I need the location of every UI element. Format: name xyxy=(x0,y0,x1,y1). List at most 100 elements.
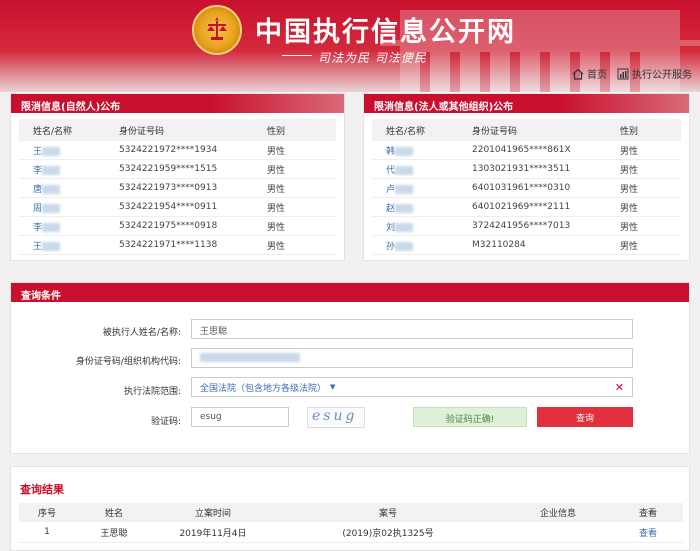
row-gender: 男性 xyxy=(267,146,286,157)
table-row[interactable]: 刘 3724241956****7013 男性 xyxy=(372,217,681,236)
table-row[interactable]: 赵 6401021969****2111 男性 xyxy=(372,198,681,217)
captcha-text: esug xyxy=(312,408,358,424)
name-label: 被执行人姓名/名称: xyxy=(102,328,181,338)
court-select[interactable]: 全国法院（包含地方各级法院） ▼ ✕ xyxy=(191,377,633,397)
captcha-image[interactable]: esug xyxy=(307,407,365,428)
row-gender: 男性 xyxy=(620,165,639,176)
nav-home-label: 首页 xyxy=(587,70,607,81)
row-id: 5324221973****0913 xyxy=(119,183,218,193)
table-header: 姓名/名称 身份证号码 性别 xyxy=(372,119,681,141)
redacted-name xyxy=(42,203,61,213)
row-case: (2019)京02执1325号 xyxy=(342,528,434,539)
legal-entity-panel: 限消信息(法人或其他组织)公布 姓名/名称 身份证号码 性别 韩 2201041… xyxy=(363,93,690,261)
redacted-name xyxy=(395,165,414,175)
redacted-name xyxy=(395,203,414,213)
row-name[interactable]: 李 xyxy=(33,166,42,176)
redacted-id xyxy=(200,353,300,362)
table-header: 姓名/名称 身份证号码 性别 xyxy=(19,119,336,141)
col-case: 案号 xyxy=(378,509,397,519)
row-name[interactable]: 刘 xyxy=(386,223,395,233)
row-name[interactable]: 唐 xyxy=(33,185,42,195)
row-name[interactable]: 周 xyxy=(33,204,42,214)
row-id: 5324221971****1138 xyxy=(119,240,218,250)
redacted-name xyxy=(395,146,414,156)
row-no: 1 xyxy=(44,527,50,537)
results-panel: 查询结果 序号 姓名 立案时间 案号 企业信息 查看 1 王思聪 2019年11… xyxy=(10,466,690,551)
nav-service-label: 执行公开服务 xyxy=(632,70,692,81)
row-id: 5324221954****0911 xyxy=(119,202,218,212)
table-row[interactable]: 周 5324221954****0911 男性 xyxy=(19,198,336,217)
row-name[interactable]: 孙 xyxy=(386,242,395,252)
col-id: 身份证号码 xyxy=(119,126,165,137)
table-row[interactable]: 代 1303021931****3511 男性 xyxy=(372,160,681,179)
row-gender: 男性 xyxy=(267,222,286,233)
row-name[interactable]: 卢 xyxy=(386,185,395,195)
redacted-name xyxy=(395,184,414,194)
row-name[interactable]: 王 xyxy=(33,147,42,157)
col-gender: 性别 xyxy=(620,126,639,137)
table-row[interactable]: 唐 5324221973****0913 男性 xyxy=(19,179,336,198)
col-gender: 性别 xyxy=(267,126,286,137)
court-emblem-logo xyxy=(192,5,242,55)
row-name[interactable]: 赵 xyxy=(386,204,395,214)
row-id: 5324221959****1515 xyxy=(119,164,218,174)
row-id: M32110284 xyxy=(472,240,526,250)
table-row[interactable]: 李 5324221975****0918 男性 xyxy=(19,217,336,236)
col-id: 身份证号码 xyxy=(472,126,518,137)
court-select-value: 全国法院（包含地方各级法院） xyxy=(200,383,327,394)
row-gender: 男性 xyxy=(620,222,639,233)
slogan: 司法为民 司法便民 xyxy=(318,51,427,65)
table-row[interactable]: 王 5324221971****1138 男性 xyxy=(19,236,336,255)
redacted-name xyxy=(42,184,61,194)
row-gender: 男性 xyxy=(620,241,639,252)
table-row[interactable]: 李 5324221959****1515 男性 xyxy=(19,160,336,179)
row-name[interactable]: 韩 xyxy=(386,147,395,157)
clear-icon[interactable]: ✕ xyxy=(615,381,624,394)
row-name[interactable]: 王 xyxy=(33,242,42,252)
search-button[interactable]: 查询 xyxy=(537,407,633,427)
captcha-label: 验证码: xyxy=(150,417,181,427)
table-row[interactable]: 卢 6401031961****0310 男性 xyxy=(372,179,681,198)
row-id: 3724241956****7013 xyxy=(472,221,571,231)
query-title: 查询条件 xyxy=(11,283,689,302)
redacted-name xyxy=(42,241,61,251)
home-icon xyxy=(572,68,584,80)
col-name: 姓名 xyxy=(104,509,123,519)
natural-person-panel: 限消信息(自然人)公布 姓名/名称 身份证号码 性别 王 5324221972*… xyxy=(10,93,345,261)
row-gender: 男性 xyxy=(267,203,286,214)
table-row[interactable]: 王 5324221972****1934 男性 xyxy=(19,141,336,160)
court-label: 执行法院范围: xyxy=(123,387,181,397)
captcha-status: 验证码正确! xyxy=(413,407,527,427)
name-input[interactable]: 王思聪 xyxy=(191,319,633,339)
row-id: 5324221972****1934 xyxy=(119,145,218,155)
redacted-name xyxy=(42,165,61,175)
col-date: 立案时间 xyxy=(194,509,231,519)
row-gender: 男性 xyxy=(620,203,639,214)
query-panel: 查询条件 被执行人姓名/名称: 王思聪 身份证号码/组织机构代码: 执行法院范围… xyxy=(10,282,690,454)
col-no: 序号 xyxy=(37,509,56,519)
captcha-input[interactable]: esug xyxy=(191,407,289,427)
redacted-name xyxy=(42,146,61,156)
view-link[interactable]: 查看 xyxy=(613,526,683,539)
results-title: 查询结果 xyxy=(20,483,64,496)
bar-chart-icon xyxy=(617,68,629,79)
table-row[interactable]: 孙 M32110284 男性 xyxy=(372,236,681,255)
row-name[interactable]: 代 xyxy=(386,166,395,176)
nav-home[interactable]: 首页 xyxy=(572,66,607,81)
row-gender: 男性 xyxy=(620,146,639,157)
table-row[interactable]: 韩 2201041965****861X 男性 xyxy=(372,141,681,160)
top-nav: 首页 执行公开服务 xyxy=(572,66,692,81)
row-gender: 男性 xyxy=(267,165,286,176)
row-id: 5324221975****0918 xyxy=(119,221,218,231)
panel-title: 限消信息(自然人)公布 xyxy=(11,94,344,113)
redacted-name xyxy=(395,222,414,232)
row-id: 2201041965****861X xyxy=(472,145,571,155)
site-title: 中国执行信息公开网 xyxy=(255,17,516,48)
redacted-name xyxy=(42,222,61,232)
row-name[interactable]: 李 xyxy=(33,223,42,233)
row-name: 王思聪 xyxy=(100,528,128,539)
row-id: 6401031961****0310 xyxy=(472,183,571,193)
results-header: 序号 姓名 立案时间 案号 企业信息 查看 xyxy=(19,503,683,522)
id-input[interactable] xyxy=(191,348,633,368)
nav-service[interactable]: 执行公开服务 xyxy=(617,66,692,81)
